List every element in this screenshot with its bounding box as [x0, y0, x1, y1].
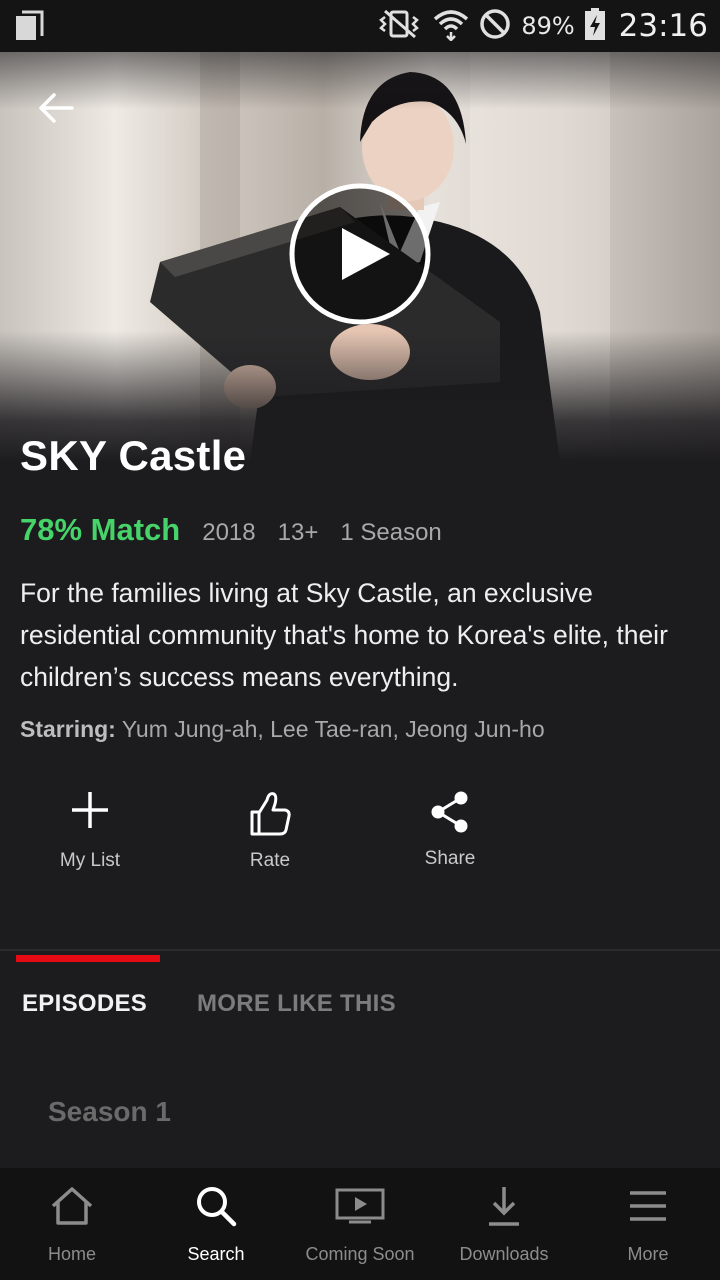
play-button[interactable] [288, 182, 432, 326]
nav-home[interactable]: Home [0, 1168, 144, 1280]
tab-episodes[interactable]: EPISODES [22, 990, 147, 1018]
hero-image [0, 52, 720, 462]
nav-more[interactable]: More [576, 1168, 720, 1280]
nav-search[interactable]: Search [144, 1168, 288, 1280]
status-bar: 89% 23:16 [0, 0, 720, 52]
menu-icon [630, 1191, 666, 1221]
season-selector[interactable]: Season 1 [48, 1096, 171, 1128]
bottom-nav: Home Search Coming Soon Downloads More [0, 1168, 720, 1280]
thumbs-up-icon [250, 792, 291, 836]
download-icon [489, 1187, 519, 1226]
battery-percent: 89% [521, 12, 575, 40]
my-list-button[interactable]: My List [15, 790, 165, 872]
starring: Starring: Yum Jung-ah, Lee Tae-ran, Jeon… [20, 716, 545, 743]
season-count: 1 Season [340, 519, 442, 546]
share-button[interactable]: Share [375, 790, 525, 870]
match-score: 78% Match [20, 512, 181, 547]
plus-icon [72, 792, 108, 828]
nav-home-label: Home [47, 1244, 96, 1264]
maturity-rating: 13+ [277, 519, 319, 546]
nav-downloads-label: Downloads [459, 1244, 549, 1264]
play-icon [289, 183, 431, 325]
release-year: 2018 [202, 519, 256, 546]
notification-icon [14, 10, 44, 47]
share-icon [431, 791, 468, 833]
rate-button[interactable]: Rate [195, 790, 345, 872]
coming-soon-icon [335, 1188, 385, 1224]
home-icon [51, 1187, 93, 1225]
nav-search-label: Search [187, 1244, 245, 1264]
nav-coming-soon[interactable]: Coming Soon [288, 1168, 432, 1280]
my-list-label: My List [59, 850, 121, 871]
starring-label: Starring: [20, 716, 116, 742]
tab-more-like-this[interactable]: MORE LIKE THIS [197, 990, 396, 1018]
back-button[interactable] [30, 86, 82, 130]
tabs-divider [0, 949, 720, 951]
rate-label: Rate [249, 850, 291, 871]
vibrate-off-icon [377, 9, 423, 44]
share-label: Share [424, 848, 476, 869]
nav-downloads[interactable]: Downloads [432, 1168, 576, 1280]
battery-charging-icon [584, 7, 605, 45]
active-tab-indicator [16, 955, 160, 962]
search-icon [197, 1187, 237, 1227]
arrow-left-icon [39, 93, 74, 123]
cast-list: Yum Jung-ah, Lee Tae-ran, Jeong Jun-ho [121, 716, 545, 742]
nav-more-label: More [627, 1244, 669, 1264]
show-title: SKY Castle [20, 432, 247, 479]
nav-coming-soon-label: Coming Soon [305, 1244, 415, 1264]
do-not-disturb-icon [479, 8, 511, 45]
wifi-icon [433, 7, 469, 46]
clock: 23:16 [618, 8, 708, 44]
show-meta: 78% Match 2018 13+ 1 Season [20, 512, 442, 548]
synopsis: For the families living at Sky Castle, a… [20, 578, 668, 692]
